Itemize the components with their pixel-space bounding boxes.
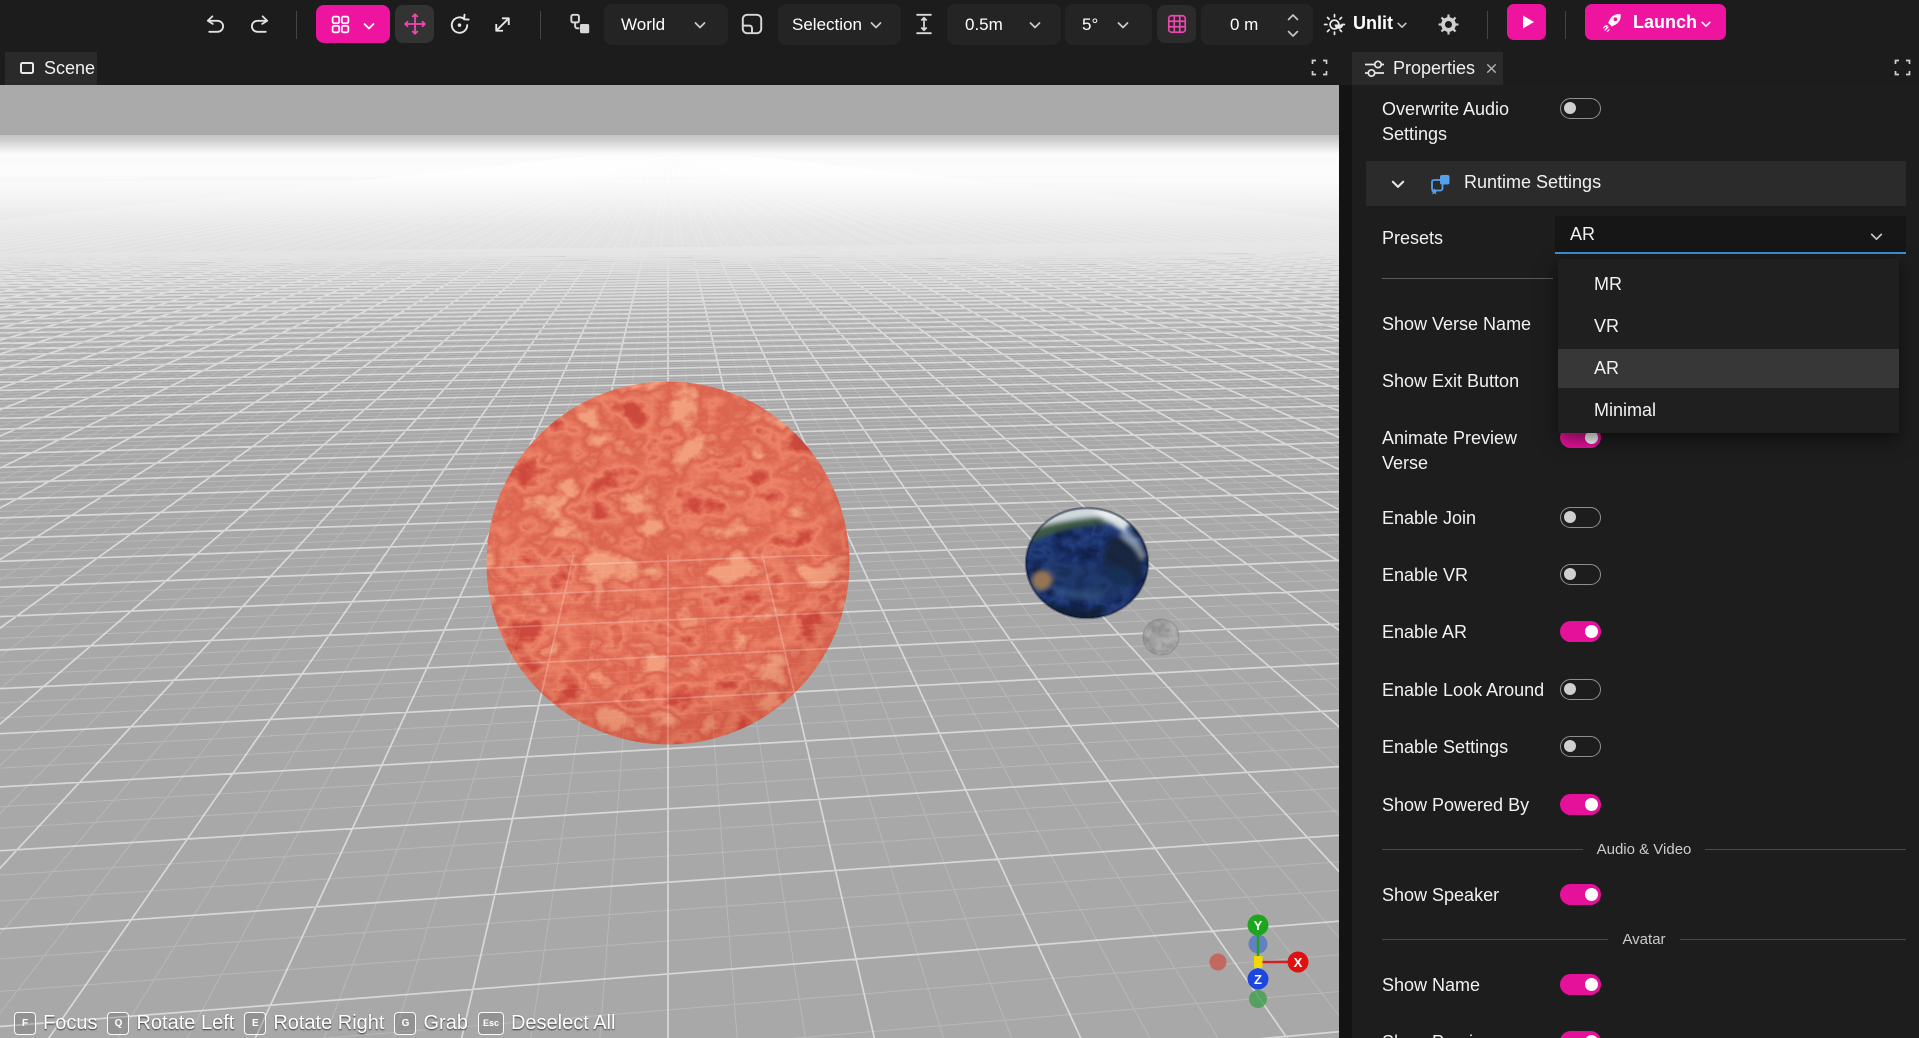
svg-text:X: X — [1294, 955, 1303, 970]
svg-text:Z: Z — [1254, 972, 1262, 987]
svg-text:Y: Y — [1254, 918, 1263, 933]
